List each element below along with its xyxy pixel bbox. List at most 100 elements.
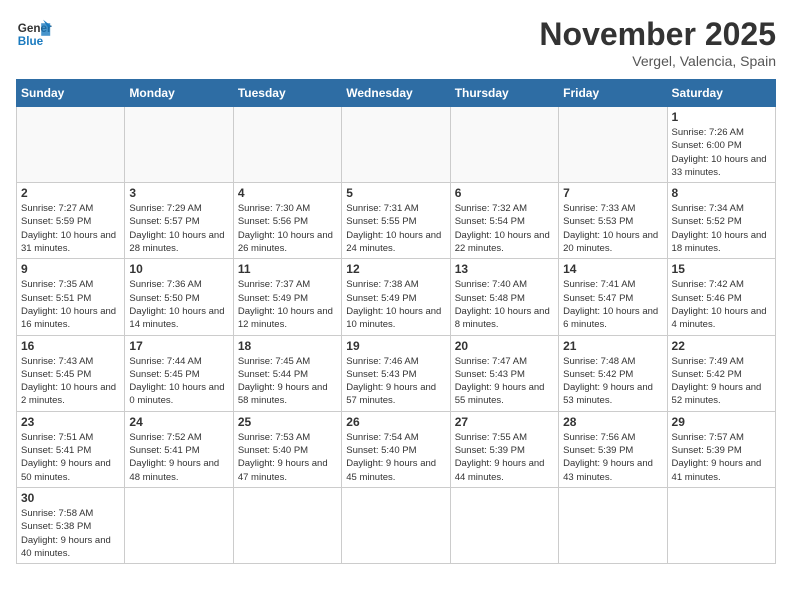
calendar-week-5: 30 Sunrise: 7:58 AM Sunset: 5:38 PM Dayli… <box>17 487 776 563</box>
day-number: 14 <box>563 262 662 276</box>
day-info: Sunrise: 7:43 AM Sunset: 5:45 PM Dayligh… <box>21 355 120 408</box>
calendar-cell: 23Sunrise: 7:51 AM Sunset: 5:41 PM Dayli… <box>17 411 125 487</box>
calendar-cell: 19 Sunrise: 7:46 AM Sunset: 5:43 PM Dayli… <box>342 335 450 411</box>
calendar-cell: 27Sunrise: 7:55 AM Sunset: 5:39 PM Dayli… <box>450 411 558 487</box>
day-info: Sunrise: 7:55 AM Sunset: 5:39 PM Dayligh… <box>455 431 554 484</box>
calendar-cell <box>450 107 558 183</box>
calendar-cell <box>17 107 125 183</box>
header-thursday: Thursday <box>450 80 558 107</box>
day-info: Sunrise: 7:26 AM Sunset: 6:00 PM Dayligh… <box>672 126 771 179</box>
day-info: Sunrise: 7:42 AM Sunset: 5:46 PM Dayligh… <box>672 278 771 331</box>
calendar-cell <box>559 107 667 183</box>
day-info: Sunrise: 7:54 AM Sunset: 5:40 PM Dayligh… <box>346 431 445 484</box>
day-info: Sunrise: 7:31 AM Sunset: 5:55 PM Dayligh… <box>346 202 445 255</box>
calendar-cell: 10Sunrise: 7:36 AM Sunset: 5:50 PM Dayli… <box>125 259 233 335</box>
day-number: 22 <box>672 339 771 353</box>
day-number: 28 <box>563 415 662 429</box>
calendar-week-3: 16 Sunrise: 7:43 AM Sunset: 5:45 PM Dayli… <box>17 335 776 411</box>
day-number: 17 <box>129 339 228 353</box>
calendar-cell: 4Sunrise: 7:30 AM Sunset: 5:56 PM Daylig… <box>233 183 341 259</box>
header-tuesday: Tuesday <box>233 80 341 107</box>
svg-text:Blue: Blue <box>18 35 44 48</box>
calendar-cell: 13Sunrise: 7:40 AM Sunset: 5:48 PM Dayli… <box>450 259 558 335</box>
day-info: Sunrise: 7:57 AM Sunset: 5:39 PM Dayligh… <box>672 431 771 484</box>
day-info: Sunrise: 7:27 AM Sunset: 5:59 PM Dayligh… <box>21 202 120 255</box>
calendar-cell: 28 Sunrise: 7:56 AM Sunset: 5:39 PM Dayli… <box>559 411 667 487</box>
calendar-cell: 26Sunrise: 7:54 AM Sunset: 5:40 PM Dayli… <box>342 411 450 487</box>
calendar-cell <box>342 487 450 563</box>
day-number: 9 <box>21 262 120 276</box>
day-info: Sunrise: 7:38 AM Sunset: 5:49 PM Dayligh… <box>346 278 445 331</box>
calendar-cell: 5Sunrise: 7:31 AM Sunset: 5:55 PM Daylig… <box>342 183 450 259</box>
header-wednesday: Wednesday <box>342 80 450 107</box>
day-number: 8 <box>672 186 771 200</box>
calendar-header-row: SundayMondayTuesdayWednesdayThursdayFrid… <box>17 80 776 107</box>
day-info: Sunrise: 7:44 AM Sunset: 5:45 PM Dayligh… <box>129 355 228 408</box>
day-info: Sunrise: 7:53 AM Sunset: 5:40 PM Dayligh… <box>238 431 337 484</box>
day-info: Sunrise: 7:30 AM Sunset: 5:56 PM Dayligh… <box>238 202 337 255</box>
day-info: Sunrise: 7:40 AM Sunset: 5:48 PM Dayligh… <box>455 278 554 331</box>
calendar-cell <box>559 487 667 563</box>
calendar-cell: 9Sunrise: 7:35 AM Sunset: 5:51 PM Daylig… <box>17 259 125 335</box>
day-number: 11 <box>238 262 337 276</box>
day-info: Sunrise: 7:46 AM Sunset: 5:43 PM Dayligh… <box>346 355 445 408</box>
day-info: Sunrise: 7:41 AM Sunset: 5:47 PM Dayligh… <box>563 278 662 331</box>
calendar-cell <box>233 107 341 183</box>
day-info: Sunrise: 7:52 AM Sunset: 5:41 PM Dayligh… <box>129 431 228 484</box>
day-number: 2 <box>21 186 120 200</box>
calendar-cell: 7Sunrise: 7:33 AM Sunset: 5:53 PM Daylig… <box>559 183 667 259</box>
day-info: Sunrise: 7:49 AM Sunset: 5:42 PM Dayligh… <box>672 355 771 408</box>
calendar-cell: 2 Sunrise: 7:27 AM Sunset: 5:59 PM Daylig… <box>17 183 125 259</box>
calendar-cell: 21Sunrise: 7:48 AM Sunset: 5:42 PM Dayli… <box>559 335 667 411</box>
day-number: 23 <box>21 415 120 429</box>
day-number: 30 <box>21 491 120 505</box>
header-monday: Monday <box>125 80 233 107</box>
calendar-cell: 11 Sunrise: 7:37 AM Sunset: 5:49 PM Dayli… <box>233 259 341 335</box>
calendar-cell: 20 Sunrise: 7:47 AM Sunset: 5:43 PM Dayli… <box>450 335 558 411</box>
day-info: Sunrise: 7:29 AM Sunset: 5:57 PM Dayligh… <box>129 202 228 255</box>
calendar-cell <box>667 487 775 563</box>
day-info: Sunrise: 7:32 AM Sunset: 5:54 PM Dayligh… <box>455 202 554 255</box>
day-info: Sunrise: 7:36 AM Sunset: 5:50 PM Dayligh… <box>129 278 228 331</box>
day-number: 1 <box>672 110 771 124</box>
calendar-cell: 12 Sunrise: 7:38 AM Sunset: 5:49 PM Dayli… <box>342 259 450 335</box>
calendar-cell: 30 Sunrise: 7:58 AM Sunset: 5:38 PM Dayli… <box>17 487 125 563</box>
calendar-cell: 17 Sunrise: 7:44 AM Sunset: 5:45 PM Dayli… <box>125 335 233 411</box>
calendar-cell: 25 Sunrise: 7:53 AM Sunset: 5:40 PM Dayli… <box>233 411 341 487</box>
day-info: Sunrise: 7:45 AM Sunset: 5:44 PM Dayligh… <box>238 355 337 408</box>
day-number: 12 <box>346 262 445 276</box>
day-number: 19 <box>346 339 445 353</box>
day-info: Sunrise: 7:47 AM Sunset: 5:43 PM Dayligh… <box>455 355 554 408</box>
location: Vergel, Valencia, Spain <box>539 53 776 69</box>
calendar-cell <box>125 107 233 183</box>
header-sunday: Sunday <box>17 80 125 107</box>
day-number: 25 <box>238 415 337 429</box>
calendar-cell: 29 Sunrise: 7:57 AM Sunset: 5:39 PM Dayli… <box>667 411 775 487</box>
day-info: Sunrise: 7:56 AM Sunset: 5:39 PM Dayligh… <box>563 431 662 484</box>
calendar-cell <box>125 487 233 563</box>
calendar-cell <box>233 487 341 563</box>
day-info: Sunrise: 7:33 AM Sunset: 5:53 PM Dayligh… <box>563 202 662 255</box>
calendar-week-4: 23Sunrise: 7:51 AM Sunset: 5:41 PM Dayli… <box>17 411 776 487</box>
day-number: 24 <box>129 415 228 429</box>
page-header: General Blue November 2025 Vergel, Valen… <box>16 16 776 69</box>
day-number: 21 <box>563 339 662 353</box>
calendar-cell <box>450 487 558 563</box>
calendar-cell: 18Sunrise: 7:45 AM Sunset: 5:44 PM Dayli… <box>233 335 341 411</box>
calendar-cell: 15Sunrise: 7:42 AM Sunset: 5:46 PM Dayli… <box>667 259 775 335</box>
header-saturday: Saturday <box>667 80 775 107</box>
calendar-cell: 22 Sunrise: 7:49 AM Sunset: 5:42 PM Dayli… <box>667 335 775 411</box>
day-number: 29 <box>672 415 771 429</box>
day-info: Sunrise: 7:37 AM Sunset: 5:49 PM Dayligh… <box>238 278 337 331</box>
day-info: Sunrise: 7:34 AM Sunset: 5:52 PM Dayligh… <box>672 202 771 255</box>
day-number: 6 <box>455 186 554 200</box>
calendar-cell: 24 Sunrise: 7:52 AM Sunset: 5:41 PM Dayli… <box>125 411 233 487</box>
calendar-cell: 8 Sunrise: 7:34 AM Sunset: 5:52 PM Daylig… <box>667 183 775 259</box>
day-number: 20 <box>455 339 554 353</box>
header-friday: Friday <box>559 80 667 107</box>
day-number: 16 <box>21 339 120 353</box>
logo: General Blue <box>16 16 52 52</box>
calendar-cell: 6 Sunrise: 7:32 AM Sunset: 5:54 PM Daylig… <box>450 183 558 259</box>
day-info: Sunrise: 7:58 AM Sunset: 5:38 PM Dayligh… <box>21 507 120 560</box>
calendar-week-1: 2 Sunrise: 7:27 AM Sunset: 5:59 PM Daylig… <box>17 183 776 259</box>
